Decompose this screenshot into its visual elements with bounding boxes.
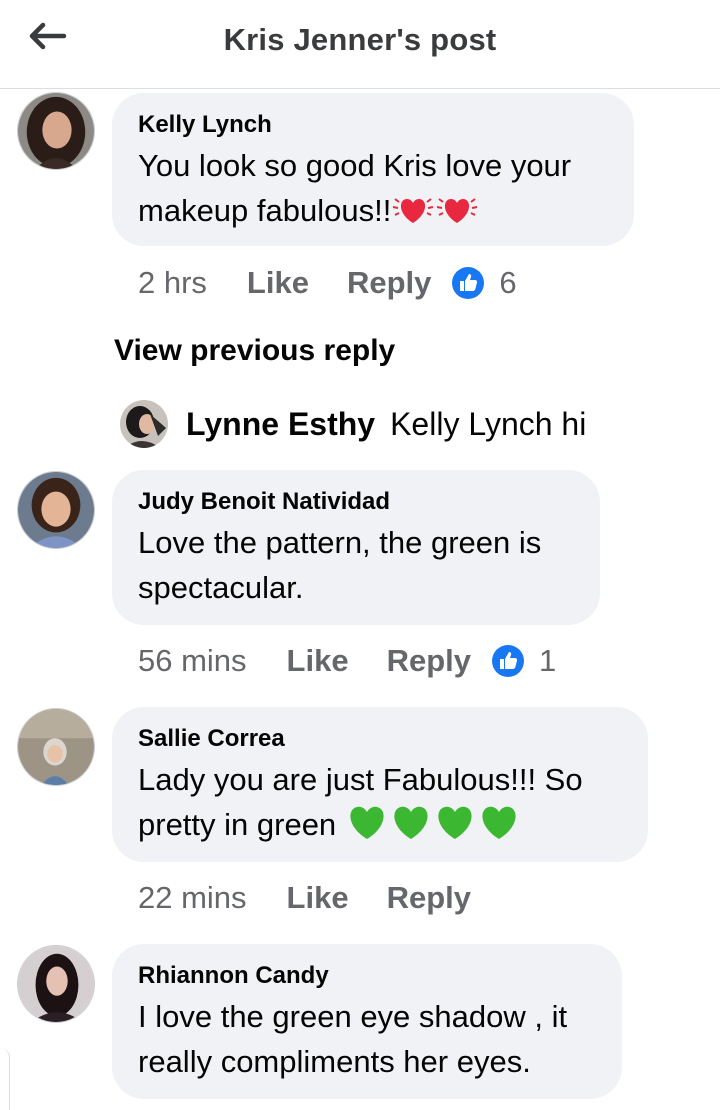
like-button[interactable]: Like — [247, 265, 309, 301]
comment-bubble[interactable]: Judy Benoit Natividad Love the pattern, … — [112, 470, 600, 625]
comment-actions: 56 mins Like Reply 1 — [138, 641, 556, 681]
reply-preview[interactable]: Lynne Esthy Kelly Lynch hi — [120, 398, 586, 450]
thumbs-up-icon — [452, 267, 485, 299]
comment-author[interactable]: Kelly Lynch — [138, 110, 608, 140]
comment-time[interactable]: 22 mins — [138, 880, 247, 916]
reply-text: Kelly Lynch hi — [390, 405, 587, 442]
comment-author[interactable]: Sallie Correa — [138, 724, 622, 754]
green-heart-icon — [438, 806, 472, 839]
beating-heart-icon — [393, 198, 434, 223]
view-previous-reply-link[interactable]: View previous reply — [114, 334, 395, 368]
reaction-count[interactable]: 6 — [451, 265, 517, 301]
green-heart-icon — [394, 806, 428, 839]
comment-time[interactable]: 56 mins — [138, 643, 247, 679]
top-bar: Kris Jenner's post — [0, 0, 720, 89]
reply-button[interactable]: Reply — [387, 643, 471, 679]
green-heart-icon — [482, 806, 516, 839]
comment-author[interactable]: Rhiannon Candy — [138, 961, 596, 991]
avatar-judy-benoit-natividad[interactable] — [17, 471, 95, 549]
comment-author[interactable]: Judy Benoit Natividad — [138, 487, 574, 517]
comment-text: Lady you are just Fabulous!!! So pretty … — [138, 762, 583, 842]
comment-bubble[interactable]: Kelly Lynch You look so good Kris love y… — [112, 93, 634, 246]
scroll-edge — [0, 1048, 10, 1110]
avatar-lynne-esthy[interactable] — [120, 400, 168, 448]
reaction-count[interactable]: 1 — [491, 643, 556, 679]
comment-time[interactable]: 2 hrs — [138, 265, 207, 301]
comment-text: I love the green eye shadow , it really … — [138, 999, 568, 1079]
reply-button[interactable]: Reply — [387, 880, 471, 916]
like-button[interactable]: Like — [287, 880, 349, 916]
comment-bubble[interactable]: Rhiannon Candy I love the green eye shad… — [112, 944, 622, 1099]
reply-author[interactable]: Lynne Esthy — [186, 406, 375, 443]
avatar-sallie-correa[interactable] — [17, 708, 95, 786]
comment-actions: 22 mins Like Reply — [138, 878, 471, 918]
page-title: Kris Jenner's post — [223, 22, 497, 57]
comment-text: Love the pattern, the green is spectacul… — [138, 525, 542, 605]
comment-text: You look so good Kris love your makeup f… — [138, 148, 572, 228]
avatar-rhiannon-candy[interactable] — [17, 945, 95, 1023]
comment-actions: 2 hrs Like Reply 6 — [138, 263, 517, 303]
like-button[interactable]: Like — [287, 643, 349, 679]
reply-button[interactable]: Reply — [347, 265, 431, 301]
green-heart-icon — [350, 806, 384, 839]
comment-bubble[interactable]: Sallie Correa Lady you are just Fabulous… — [112, 707, 648, 862]
beating-heart-icon — [437, 198, 478, 223]
thumbs-up-icon — [492, 645, 524, 677]
avatar-kelly-lynch[interactable] — [17, 92, 95, 170]
